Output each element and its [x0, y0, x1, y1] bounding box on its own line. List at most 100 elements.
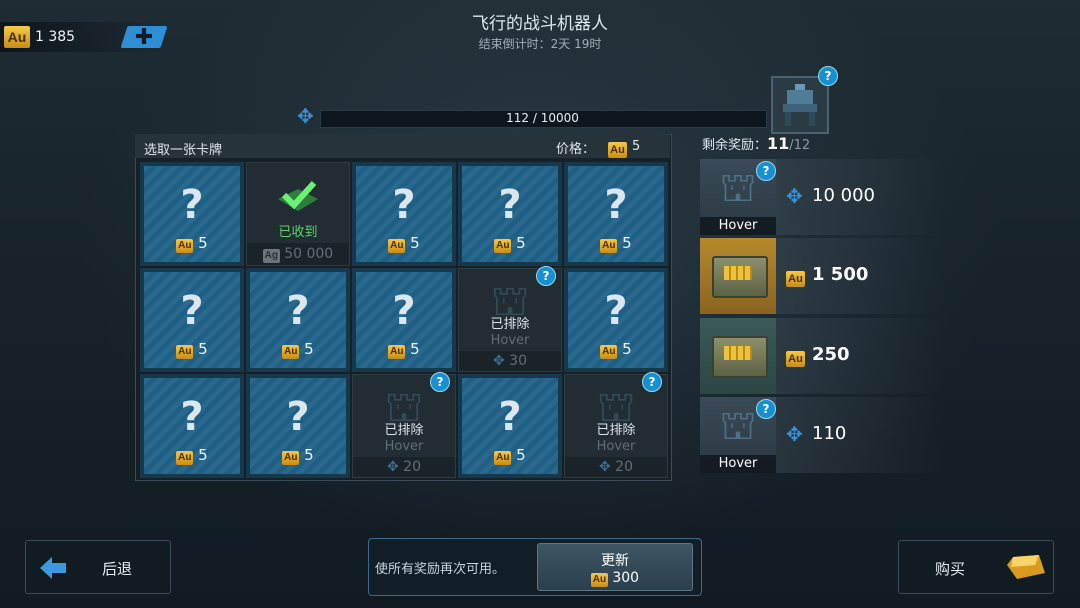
help-icon[interactable]: ? [430, 372, 450, 392]
gold-currency-icon: Au [786, 267, 805, 287]
question-mark-icon: ? [286, 288, 310, 334]
part-count-value: 20 [403, 459, 421, 475]
card-cost: Au 5 [144, 446, 240, 465]
refresh-panel: 使所有奖励再次可用。 更新 Au 300 [368, 538, 702, 596]
help-icon[interactable]: ? [756, 161, 776, 181]
gold-bar-icon [1007, 555, 1045, 579]
gold-currency-icon: Au [608, 138, 627, 158]
countdown-text: 结束倒计时：2天 19时 [478, 37, 602, 51]
buy-button[interactable]: 购买 [898, 540, 1054, 594]
help-icon[interactable]: ? [756, 399, 776, 419]
hidden-card[interactable]: ? Au 5 [458, 162, 562, 266]
puzzle-piece-icon: ✥ [786, 184, 803, 208]
question-mark-icon: ? [604, 182, 628, 228]
remaining-label: 剩余奖励： [702, 138, 768, 153]
refresh-cost: Au 300 [538, 570, 692, 587]
hidden-card[interactable]: ? Au 5 [352, 268, 456, 372]
checkmark-icon [278, 180, 318, 211]
gold-currency-icon: Au [388, 239, 406, 253]
help-icon[interactable]: ? [536, 266, 556, 286]
part-count-value: 30 [509, 353, 527, 369]
card-cost-value: 5 [622, 340, 632, 358]
card-cost: Au 5 [250, 340, 346, 359]
reward-row[interactable]: ⛫ Hover ✥ 110 [700, 397, 945, 473]
reward-value: 250 [812, 344, 850, 365]
gold-currency-icon: Au [494, 451, 512, 465]
card-cost: Au 5 [462, 446, 558, 465]
robot-name: Hover [700, 217, 776, 235]
gold-crate-icon [712, 256, 768, 298]
hidden-card[interactable]: ? Au 5 [140, 268, 244, 372]
reward-value: 10 000 [812, 185, 875, 206]
card-panel-title: 选取一张卡牌 [144, 143, 223, 158]
gold-currency-icon: Au [282, 451, 300, 465]
gold-currency-icon: Au [600, 239, 618, 253]
card-cost-value: 5 [516, 446, 526, 464]
question-mark-icon: ? [286, 394, 310, 440]
reward-thumbnail [700, 318, 776, 394]
help-icon[interactable]: ? [818, 66, 838, 86]
gold-currency-icon: Au [176, 451, 194, 465]
excluded-label: 已排除 [384, 423, 424, 438]
help-icon[interactable]: ? [642, 372, 662, 392]
question-mark-icon: ? [180, 288, 204, 334]
reward-row[interactable]: Au 250 [700, 318, 945, 394]
collected-card: 已收到 Ag 50 000 [246, 162, 350, 266]
part-count: ✥ 30 [459, 351, 561, 371]
puzzle-piece-icon: ✥ [492, 353, 505, 369]
gold-currency-icon: Au [176, 239, 194, 253]
hidden-card[interactable]: ? Au 5 [458, 374, 562, 478]
card-cost-value: 5 [410, 234, 420, 252]
question-mark-icon: ? [392, 182, 416, 228]
puzzle-piece-icon: ✥ [297, 104, 314, 128]
gold-currency-icon: Au [600, 345, 618, 359]
question-mark-icon: ? [498, 182, 522, 228]
part-count: ✥ 20 [565, 457, 667, 477]
hidden-card[interactable]: ? Au 5 [140, 162, 244, 266]
puzzle-piece-icon: ✥ [786, 422, 803, 446]
robot-name: Hover [596, 439, 636, 454]
question-mark-icon: ? [180, 182, 204, 228]
back-button[interactable]: 后退 [25, 540, 171, 594]
collected-label: 已收到 [278, 225, 318, 240]
robot-name: Hover [384, 439, 424, 454]
hidden-card[interactable]: ? Au 5 [564, 162, 668, 266]
buy-label: 购买 [935, 560, 966, 578]
card-cost: Au 5 [356, 234, 452, 253]
back-label: 后退 [102, 560, 133, 578]
gold-crate-icon [712, 336, 768, 378]
refresh-button[interactable]: 更新 Au 300 [537, 543, 693, 591]
card-cost: Au 5 [144, 340, 240, 359]
event-title: 飞行的战斗机器人 [472, 14, 608, 34]
price-label: 价格： [556, 142, 596, 157]
card-cost-value: 5 [198, 234, 208, 252]
reward-value: 1 500 [812, 264, 869, 285]
remaining-rewards: 剩余奖励：11/12 [702, 134, 810, 153]
hidden-card[interactable]: ? Au 5 [246, 374, 350, 478]
card-cost: Au 5 [568, 340, 664, 359]
part-count-value: 20 [615, 459, 633, 475]
card-cost: Au 5 [250, 446, 346, 465]
progress-text: 112 / 10000 [506, 111, 579, 125]
excluded-label: 已排除 [596, 423, 636, 438]
card-cost: Au 5 [462, 234, 558, 253]
gold-currency-icon: Au [176, 345, 194, 359]
excluded-label: 已排除 [490, 317, 530, 332]
reward-row[interactable]: ⛫ Hover ✥ 10 000 [700, 159, 945, 235]
refresh-description: 使所有奖励再次可用。 [375, 562, 506, 577]
silver-value: 50 000 [284, 246, 334, 262]
puzzle-piece-icon: ✥ [598, 459, 611, 475]
gold-currency-icon: Au [494, 239, 512, 253]
hidden-card[interactable]: ? Au 5 [246, 268, 350, 372]
hidden-card[interactable]: ? Au 5 [140, 374, 244, 478]
hidden-card[interactable]: ? Au 5 [352, 162, 456, 266]
card-cost-value: 5 [304, 340, 314, 358]
grand-prize-portrait[interactable] [771, 76, 829, 134]
reward-value: 110 [812, 423, 847, 444]
silver-reward: Ag 50 000 [247, 243, 349, 265]
hidden-card[interactable]: ? Au 5 [564, 268, 668, 372]
card-cost: Au 5 [144, 234, 240, 253]
card-cost-value: 5 [410, 340, 420, 358]
reward-row[interactable]: Au 1 500 [700, 238, 945, 314]
price-value: 5 [632, 139, 641, 154]
